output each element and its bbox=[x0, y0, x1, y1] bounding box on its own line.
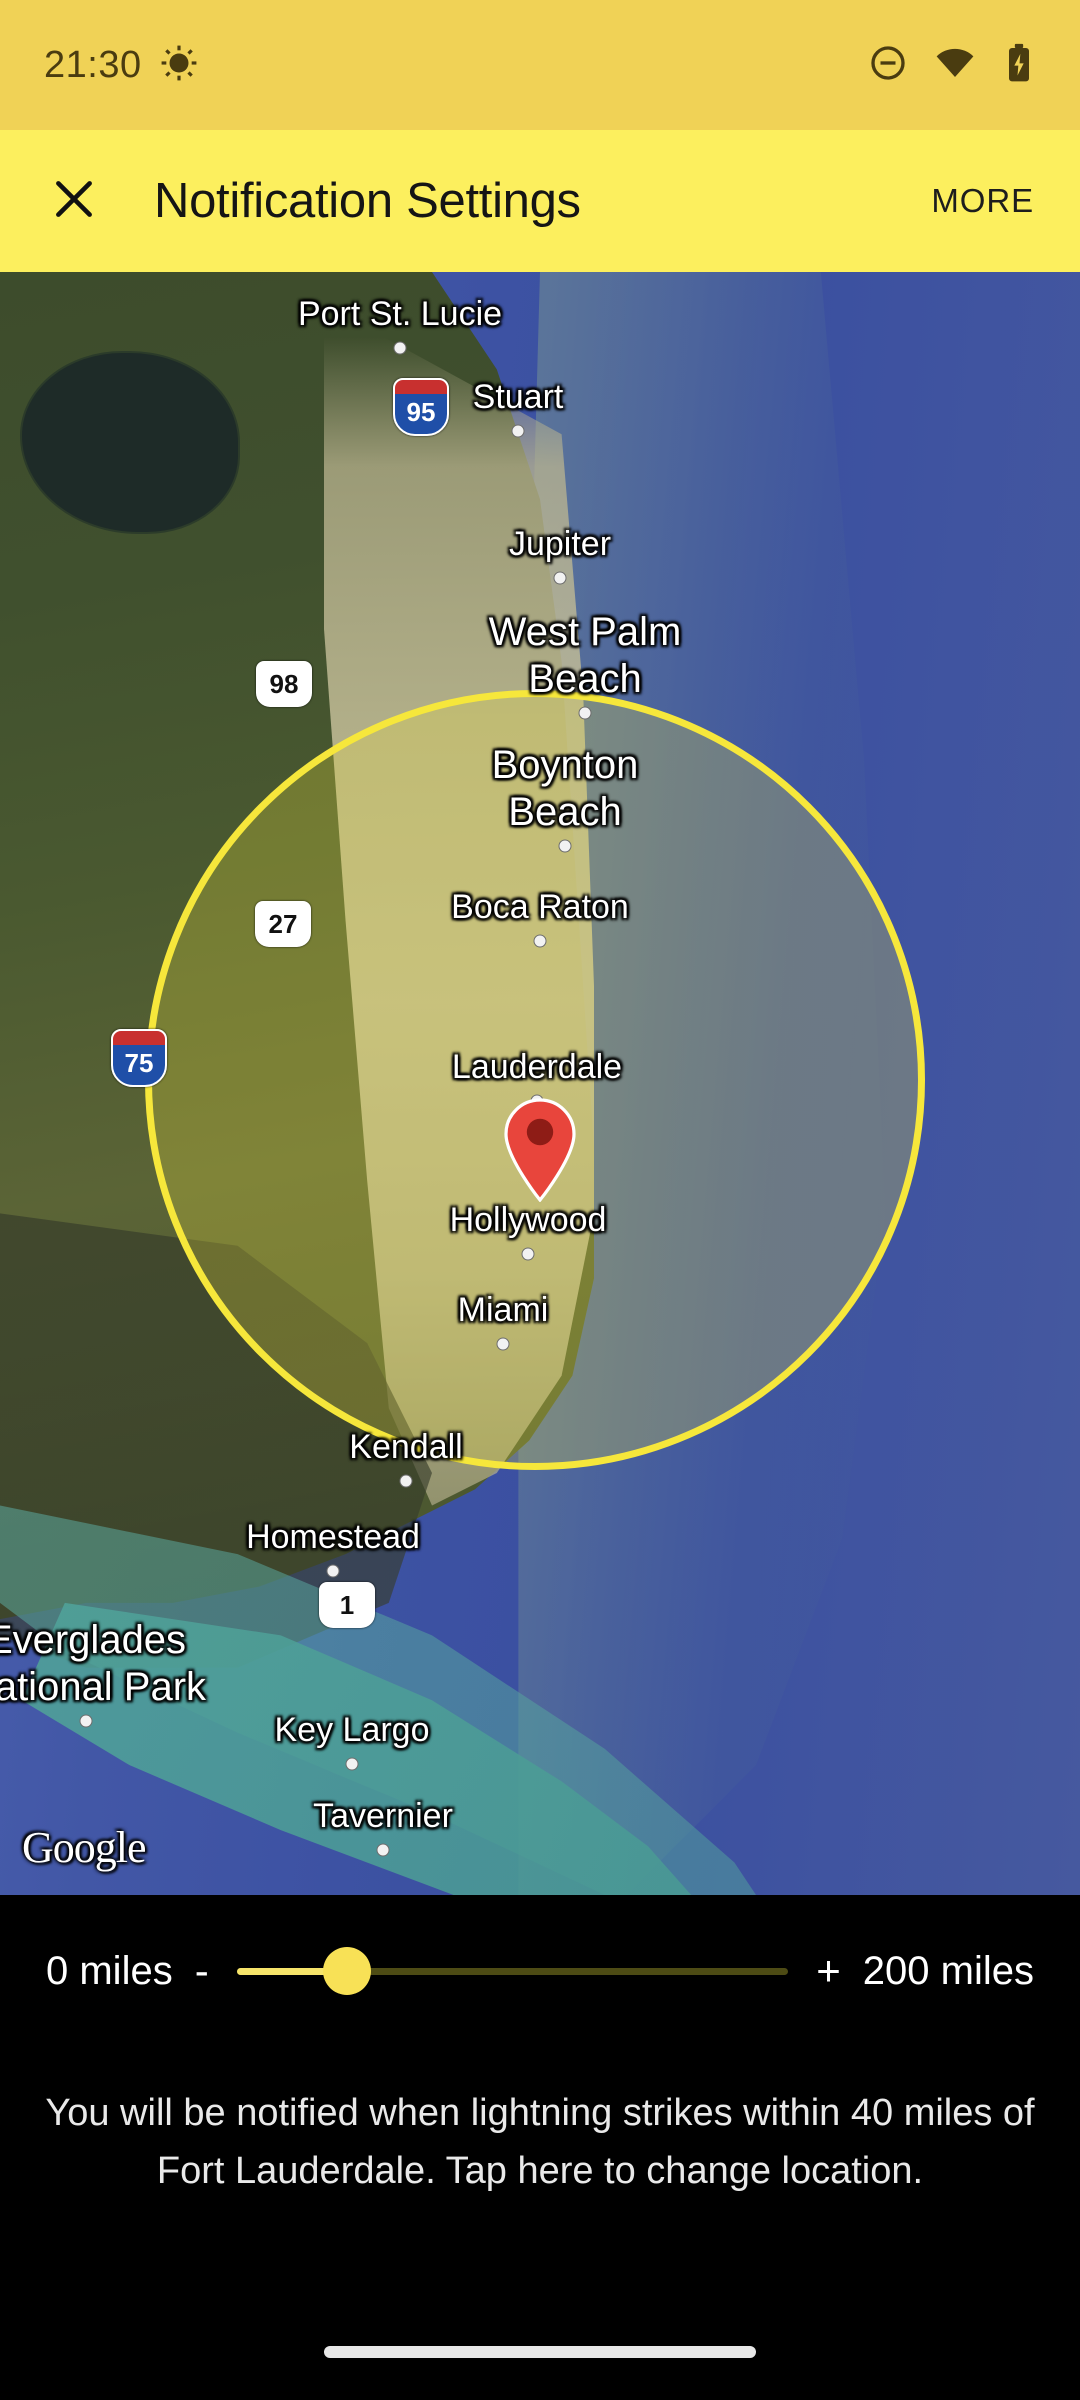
app-bar: Notification Settings MORE bbox=[0, 130, 1080, 272]
map-city-dot bbox=[511, 424, 525, 438]
slider-max-label: 200 miles bbox=[862, 1948, 1034, 1993]
close-button[interactable] bbox=[38, 165, 110, 237]
battery-charging-icon bbox=[1002, 43, 1036, 88]
navigation-bar bbox=[0, 2304, 1080, 2400]
map-city-dot bbox=[558, 839, 572, 853]
map-city-dot bbox=[496, 1337, 510, 1351]
notification-range-circle bbox=[145, 690, 925, 1470]
distance-control-panel: 0 miles - + 200 miles You will be notifi… bbox=[0, 1895, 1080, 2400]
highway-shield-98: 98 bbox=[256, 661, 312, 707]
notification-settings-screen: 21:30 Notification Settings MORE Port St… bbox=[0, 0, 1080, 2400]
slider-min-label: 0 miles bbox=[46, 1948, 173, 1993]
status-bar-left: 21:30 bbox=[44, 44, 198, 87]
wifi-icon bbox=[934, 42, 976, 89]
map-view[interactable]: Port St. Lucie Stuart Jupiter West Palm Beac… bbox=[0, 272, 1080, 1895]
home-indicator[interactable] bbox=[324, 2346, 756, 2358]
google-attribution: Google bbox=[22, 1823, 147, 1872]
map-city-dot bbox=[533, 934, 547, 948]
map-city-dot bbox=[345, 1757, 359, 1771]
map-city-dot bbox=[376, 1843, 390, 1857]
sun-gear-icon bbox=[160, 44, 198, 87]
more-button[interactable]: MORE bbox=[923, 168, 1042, 234]
highway-shield-95: 95 bbox=[393, 378, 449, 436]
map-city-dot bbox=[578, 706, 592, 720]
close-icon bbox=[49, 174, 99, 229]
status-bar: 21:30 bbox=[0, 0, 1080, 130]
map-city-dot bbox=[399, 1474, 413, 1488]
decrease-distance-button[interactable]: - bbox=[173, 1937, 231, 2005]
map-city-dot bbox=[79, 1714, 93, 1728]
map-city-dot bbox=[553, 571, 567, 585]
increase-distance-button[interactable]: + bbox=[794, 1937, 863, 2005]
status-bar-right bbox=[868, 42, 1036, 89]
status-bar-clock: 21:30 bbox=[44, 43, 142, 86]
notification-description[interactable]: You will be notified when lightning stri… bbox=[0, 2047, 1080, 2201]
highway-shield-1: 1 bbox=[319, 1582, 375, 1628]
highway-shield-27: 27 bbox=[255, 901, 311, 947]
do-not-disturb-icon bbox=[868, 43, 908, 88]
map-city-dot bbox=[326, 1564, 340, 1578]
map-city-dot bbox=[521, 1247, 535, 1261]
location-marker[interactable] bbox=[502, 1098, 578, 1203]
page-title: Notification Settings bbox=[154, 174, 581, 228]
slider-thumb[interactable] bbox=[323, 1947, 372, 1995]
slider-row: 0 miles - + 200 miles bbox=[0, 1895, 1080, 2047]
distance-slider[interactable] bbox=[236, 1941, 789, 2001]
highway-shield-75: 75 bbox=[111, 1029, 167, 1087]
map-city-dot bbox=[393, 341, 407, 355]
